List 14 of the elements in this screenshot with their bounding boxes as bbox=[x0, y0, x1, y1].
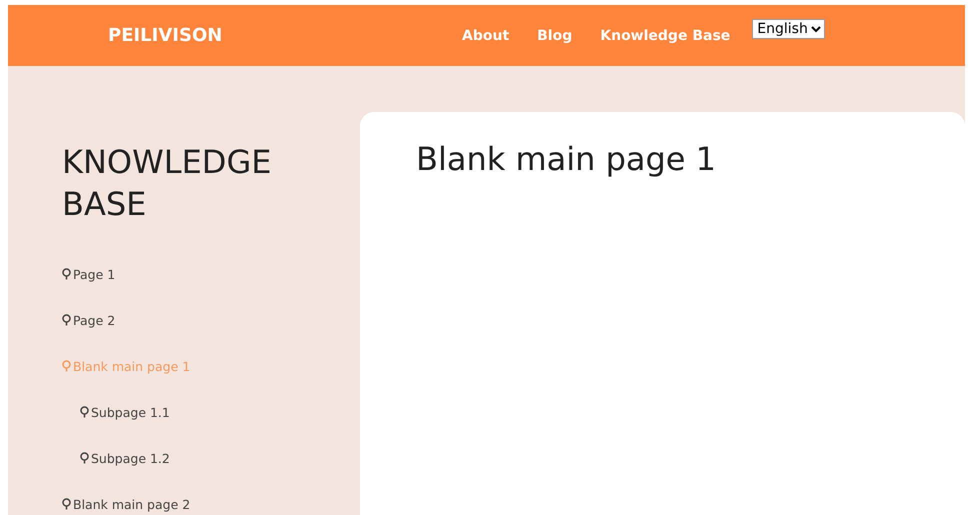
lightbulb-icon bbox=[62, 314, 71, 326]
sidebar-title: KNOWLEDGE BASE bbox=[62, 142, 272, 225]
sidebar-item[interactable]: Page 1 bbox=[62, 263, 360, 286]
sidebar-item[interactable]: Subpage 1.1 bbox=[80, 401, 360, 424]
page-title: Blank main page 1 bbox=[416, 140, 718, 178]
lightbulb-icon bbox=[62, 360, 71, 372]
lightbulb-icon bbox=[80, 452, 89, 464]
sidebar-item[interactable]: Page 2 bbox=[62, 309, 360, 332]
language-select[interactable]: English bbox=[752, 18, 826, 38]
lightbulb-icon bbox=[80, 406, 89, 418]
sidebar-item[interactable]: Blank main page 2 bbox=[62, 493, 360, 515]
sidebar-item[interactable]: Subpage 1.2 bbox=[80, 447, 360, 470]
lightbulb-icon bbox=[62, 268, 71, 280]
lightbulb-icon bbox=[62, 498, 71, 510]
